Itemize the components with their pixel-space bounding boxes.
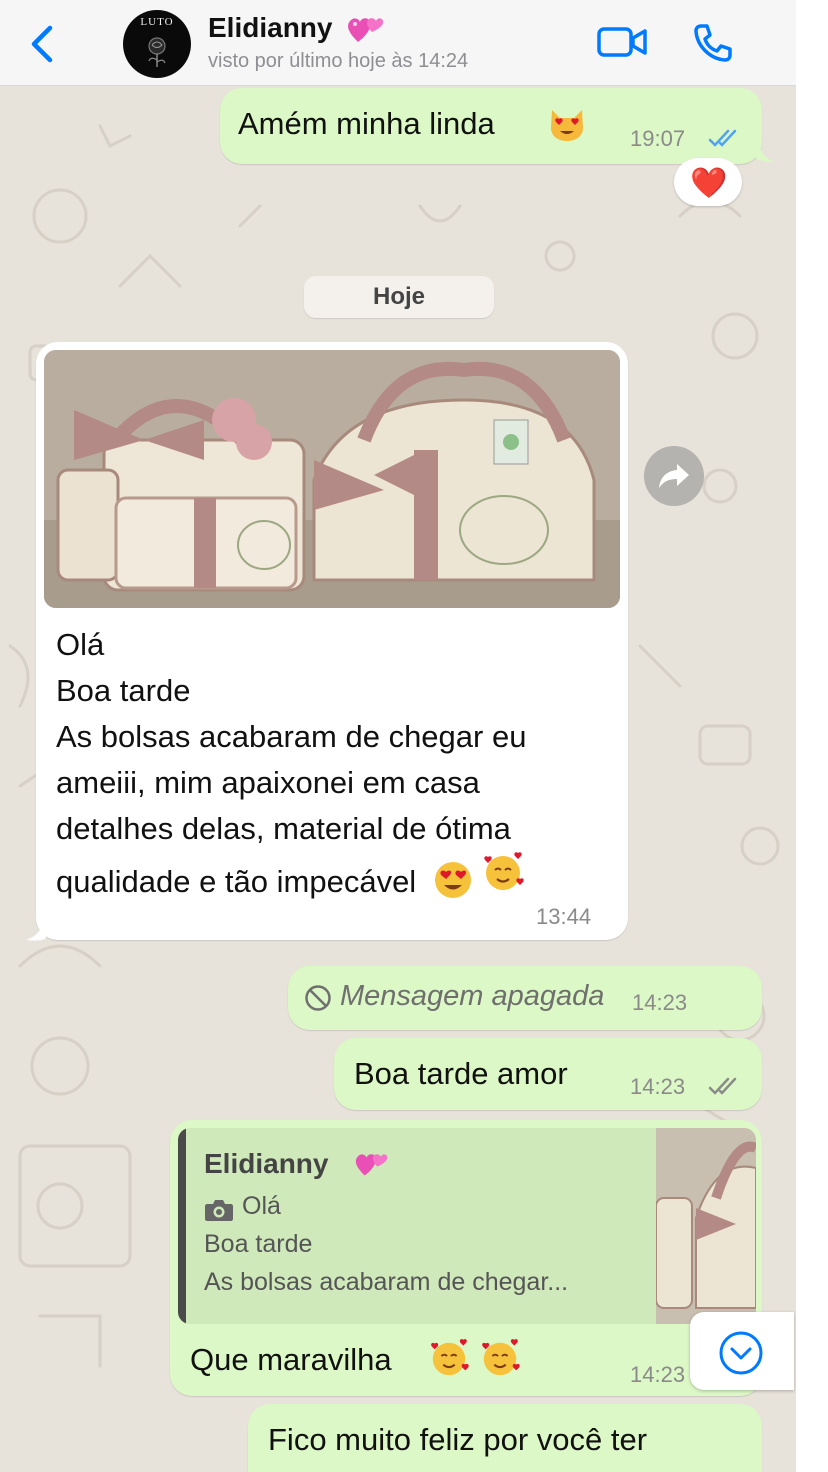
video-call-icon[interactable] <box>596 24 648 60</box>
avatar-label: LUTO <box>140 16 174 28</box>
message-text: Que maravilha <box>190 1342 392 1377</box>
smiling-hearts-emoji <box>481 1339 520 1376</box>
back-chevron-icon[interactable] <box>28 22 60 66</box>
bubble-tail <box>756 132 774 162</box>
message-line: qualidade e tão impecável <box>56 852 616 905</box>
quote-author: Elidianny <box>204 1148 329 1179</box>
quoted-message[interactable]: Elidianny Olá Boa tarde As bolsas acabar… <box>178 1128 756 1324</box>
message-time: 13:44 <box>536 904 592 929</box>
deleted-icon <box>305 985 331 1011</box>
rose-icon <box>148 37 166 67</box>
message-line: ameiii, mim apaixonei em casa <box>56 765 480 800</box>
deleted-message-text: Mensagem apagada <box>340 980 605 1012</box>
quote-line: Olá <box>242 1192 281 1220</box>
message-photo[interactable] <box>44 350 620 608</box>
chat-area[interactable]: Amém minha linda 19:07 ❤️ Hoje Olá Boa t… <box>0 86 796 1472</box>
screen-edge <box>796 0 828 1472</box>
bubble-tail <box>26 912 46 941</box>
camera-icon <box>205 1200 233 1221</box>
heart-reaction-emoji: ❤️ <box>690 167 728 200</box>
message-text: Amém minha linda <box>238 106 495 141</box>
message-time: 19:07 <box>630 126 686 151</box>
message-text: Fico muito feliz por você ter <box>268 1422 648 1457</box>
quote-line: As bolsas acabaram de chegar... <box>204 1268 569 1296</box>
reply-message-bubble[interactable]: Elidianny Olá Boa tarde As bolsas acabar… <box>170 1120 762 1396</box>
message-line: Boa tarde <box>56 673 191 708</box>
message-bubble-outgoing[interactable]: Boa tarde amor 14:23 <box>334 1038 762 1110</box>
scroll-to-bottom-button[interactable] <box>690 1312 794 1390</box>
message-line: detalhes delas, material de ótima <box>56 811 511 846</box>
bags-thumbnail <box>656 1128 756 1324</box>
message-time: 14:23 <box>630 1074 686 1099</box>
heart-eyes-emoji <box>434 862 471 898</box>
message-time: 14:23 <box>630 1362 686 1387</box>
message-bubble-outgoing[interactable]: Amém minha linda 19:07 <box>220 88 762 164</box>
message-text: Olá Boa tarde As bolsas acabaram de cheg… <box>56 622 616 905</box>
quote-line: Boa tarde <box>204 1230 313 1258</box>
delivered-receipt-icon <box>708 1077 737 1095</box>
message-line: As bolsas acabaram de chegar eu <box>56 719 527 754</box>
smiling-hearts-emoji <box>484 852 525 890</box>
message-bubble-incoming[interactable]: Olá Boa tarde As bolsas acabaram de cheg… <box>36 342 628 940</box>
smiling-hearts-emoji <box>431 1339 469 1376</box>
read-receipt-icon <box>708 129 737 147</box>
message-time: 14:23 <box>632 990 688 1015</box>
forward-icon <box>659 464 689 488</box>
quote-thumbnail <box>656 1128 756 1324</box>
message-line: Olá <box>56 627 105 662</box>
message-text: Boa tarde amor <box>354 1056 568 1091</box>
phone-call-icon[interactable] <box>692 22 734 64</box>
forward-button[interactable] <box>644 446 704 506</box>
contact-name[interactable]: Elidianny <box>208 12 332 44</box>
message-bubble-outgoing[interactable]: Fico muito feliz por você ter <box>248 1404 762 1472</box>
scroll-down-icon <box>719 1331 763 1375</box>
hearts-emoji <box>355 1154 388 1176</box>
reaction-badge[interactable]: ❤️ <box>674 158 742 206</box>
last-seen-status: visto por último hoje às 14:24 <box>208 50 469 72</box>
avatar[interactable]: LUTO <box>123 10 191 78</box>
message-line-text: qualidade e tão impecável <box>56 864 417 899</box>
quote-bar <box>178 1128 186 1324</box>
deleted-message-bubble[interactable]: Mensagem apagada 14:23 <box>288 966 762 1030</box>
heart-eyes-cat-emoji <box>551 110 583 141</box>
emoji-group <box>428 1338 521 1386</box>
chat-header: LUTO Elidianny visto por último hoje às … <box>0 0 796 86</box>
bags-photo <box>44 350 620 608</box>
date-separator: Hoje <box>304 276 494 318</box>
hearts-emoji <box>348 18 384 42</box>
